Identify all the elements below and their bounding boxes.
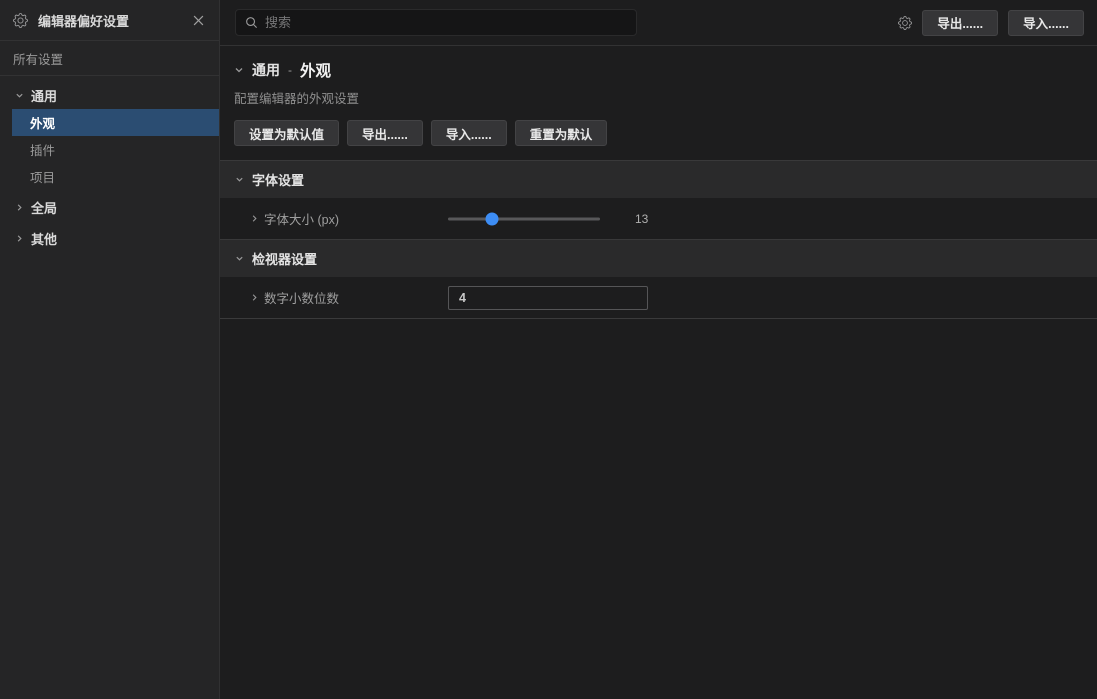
font-size-label: 字体大小 (px) — [264, 209, 339, 228]
decimal-places-label: 数字小数位数 — [264, 288, 339, 307]
import-button[interactable]: 导入...... — [1008, 10, 1084, 36]
chevron-down-icon — [235, 175, 244, 184]
section-inspector-settings: 检视器设置 数字小数位数 — [220, 239, 1097, 319]
page-description: 配置编辑器的外观设置 — [234, 88, 1081, 107]
chevron-right-icon — [15, 234, 24, 243]
chevron-right-icon[interactable] — [250, 293, 259, 302]
main-panel: 导出...... 导入...... 通用 - 外观 配置编辑器的外观设置 设置为… — [220, 0, 1097, 699]
section-title: 字体设置 — [252, 170, 304, 189]
tree-group-global: 全局 — [0, 194, 219, 221]
search-input[interactable] — [265, 15, 627, 30]
sidebar-header: 编辑器偏好设置 — [0, 0, 219, 41]
set-default-button[interactable]: 设置为默认值 — [234, 120, 339, 146]
sidebar-item-all-settings[interactable]: 所有设置 — [0, 41, 219, 76]
page-head: 通用 - 外观 配置编辑器的外观设置 设置为默认值 导出...... 导入...… — [220, 46, 1097, 146]
prop-label-group: 字体大小 (px) — [250, 209, 448, 228]
sidebar-item-project[interactable]: 项目 — [12, 163, 219, 190]
tree-group-head-other[interactable]: 其他 — [0, 225, 219, 252]
main-topbar: 导出...... 导入...... — [220, 0, 1097, 46]
page-title: 外观 — [300, 59, 331, 81]
tree-group-label: 全局 — [31, 198, 57, 217]
breadcrumb: 通用 - 外观 — [234, 59, 1081, 81]
tree-group-general: 通用 外观 插件 项目 — [0, 82, 219, 190]
settings-sections: 字体设置 字体大小 (px) 13 — [220, 160, 1097, 319]
settings-tree: 通用 外观 插件 项目 全局 其他 — [0, 76, 219, 252]
tree-group-label: 通用 — [31, 86, 57, 105]
slider-track[interactable] — [448, 217, 600, 220]
chevron-down-icon — [15, 91, 24, 100]
font-size-row: 字体大小 (px) 13 — [220, 198, 1097, 239]
section-header-font[interactable]: 字体设置 — [220, 160, 1097, 198]
font-size-slider[interactable] — [448, 212, 600, 226]
sidebar-item-plugins[interactable]: 插件 — [12, 136, 219, 163]
breadcrumb-separator: - — [288, 63, 292, 77]
gear-icon — [13, 13, 28, 28]
tree-group-other: 其他 — [0, 225, 219, 252]
section-font-settings: 字体设置 字体大小 (px) 13 — [220, 160, 1097, 239]
window-title: 编辑器偏好设置 — [38, 11, 129, 30]
chevron-right-icon[interactable] — [250, 214, 259, 223]
export-settings-button[interactable]: 导出...... — [347, 120, 423, 146]
search-icon — [245, 16, 258, 29]
breadcrumb-group: 通用 — [252, 60, 280, 80]
decimal-places-input[interactable] — [448, 286, 648, 310]
tree-group-head-general[interactable]: 通用 — [0, 82, 219, 109]
gear-icon[interactable] — [898, 16, 912, 30]
font-size-value: 13 — [635, 212, 648, 226]
chevron-down-icon[interactable] — [234, 65, 244, 75]
prop-label-group: 数字小数位数 — [250, 288, 448, 307]
export-button[interactable]: 导出...... — [922, 10, 998, 36]
sidebar: 编辑器偏好设置 所有设置 通用 外观 插件 项目 全局 — [0, 0, 220, 699]
search-box[interactable] — [235, 9, 637, 36]
tree-group-label: 其他 — [31, 229, 57, 248]
topbar-actions: 导出...... 导入...... — [898, 10, 1084, 36]
sidebar-item-appearance[interactable]: 外观 — [12, 109, 219, 136]
chevron-down-icon — [235, 254, 244, 263]
page-actions: 设置为默认值 导出...... 导入...... 重置为默认 — [234, 120, 1081, 146]
decimal-places-row: 数字小数位数 — [220, 277, 1097, 318]
tree-group-head-global[interactable]: 全局 — [0, 194, 219, 221]
close-icon[interactable] — [191, 13, 206, 28]
section-header-inspector[interactable]: 检视器设置 — [220, 239, 1097, 277]
import-settings-button[interactable]: 导入...... — [431, 120, 507, 146]
reset-default-button[interactable]: 重置为默认 — [515, 120, 608, 146]
section-title: 检视器设置 — [252, 249, 317, 268]
chevron-right-icon — [15, 203, 24, 212]
slider-thumb[interactable] — [486, 212, 499, 225]
